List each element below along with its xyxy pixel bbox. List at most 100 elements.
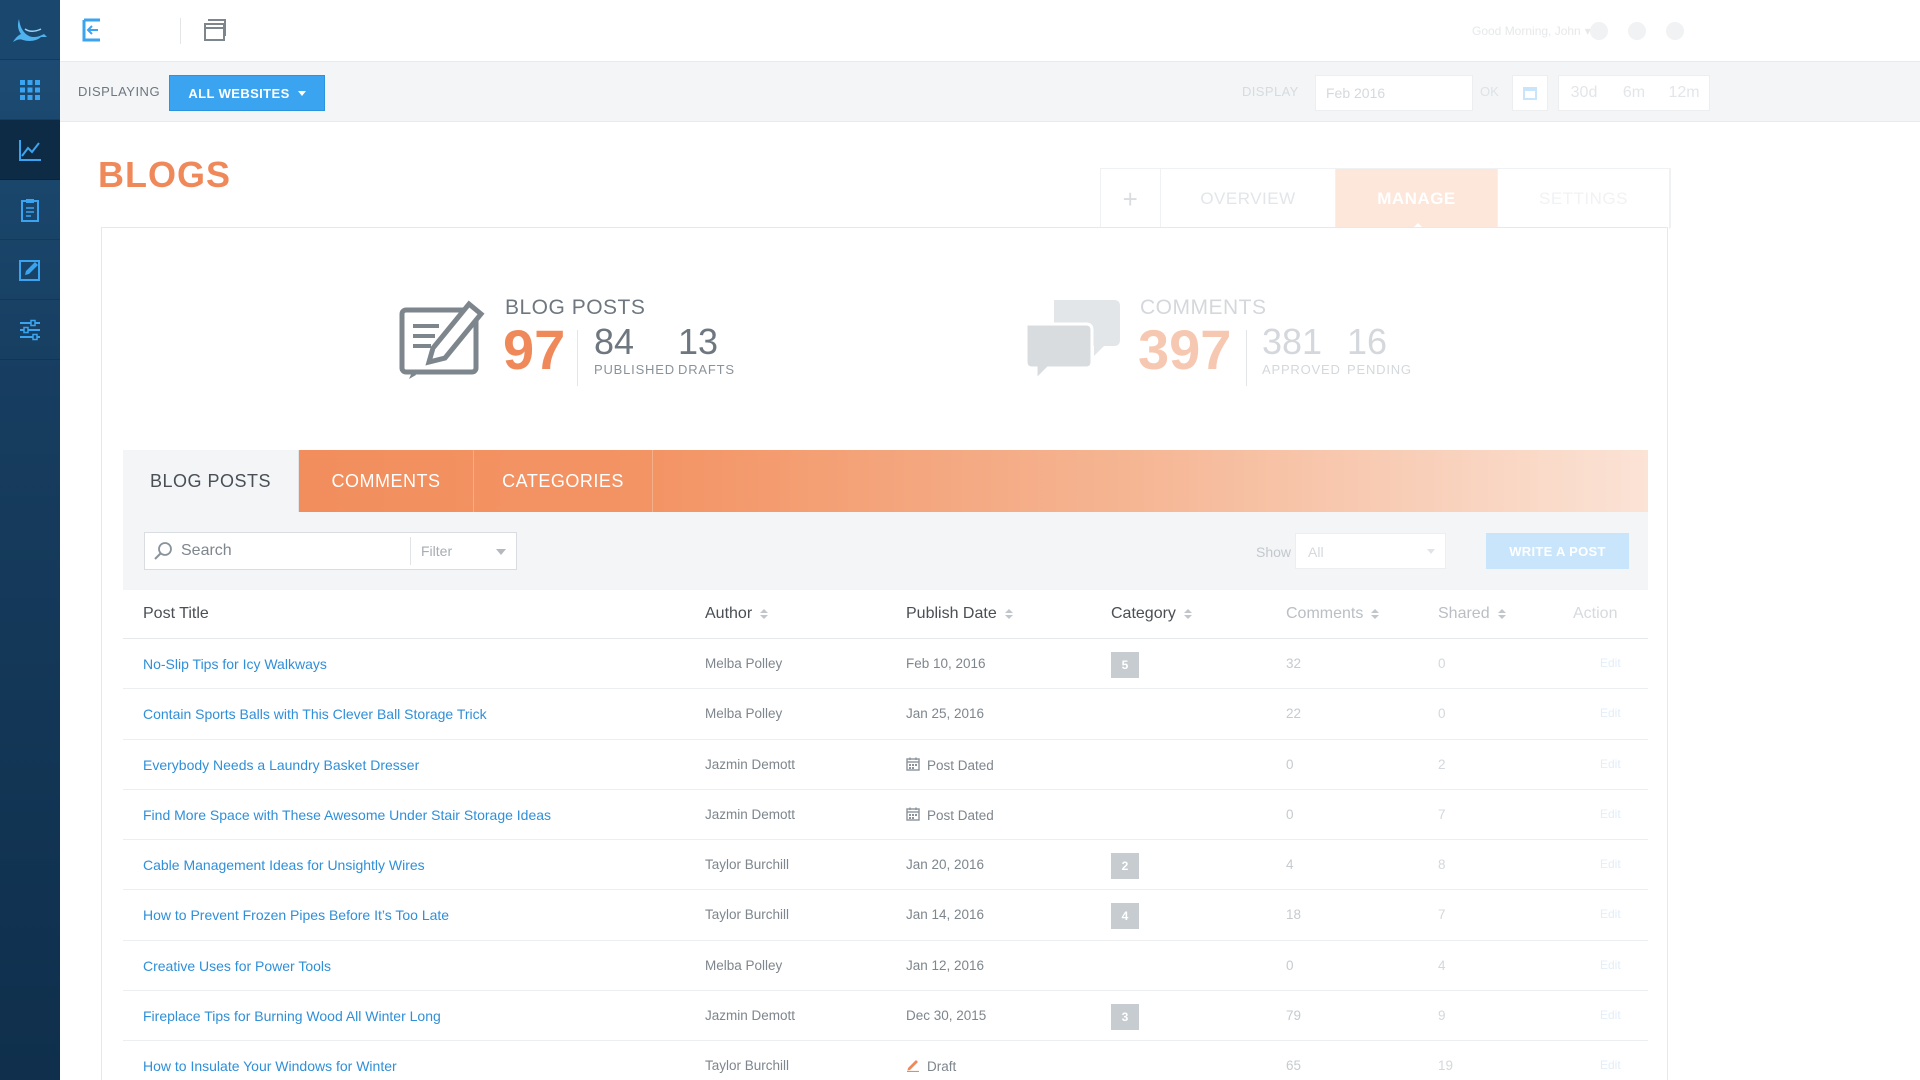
show-select[interactable]: All — [1295, 533, 1446, 569]
category-badge[interactable]: 4 — [1111, 903, 1139, 930]
post-comments-count: 79 — [1286, 1008, 1302, 1024]
post-title-link[interactable]: Cable Management Ideas for Unsightly Wir… — [143, 857, 425, 873]
post-publish-date: Dec 30, 2015 — [906, 1008, 986, 1023]
tab-overview[interactable]: OVERVIEW — [1161, 169, 1336, 229]
tab-blog-posts[interactable]: BLOG POSTS — [123, 450, 299, 512]
speech-bubbles-icon — [1024, 300, 1120, 382]
caret-down-icon — [496, 549, 506, 555]
range-12m[interactable]: 12m — [1659, 76, 1709, 110]
tab-comments[interactable]: COMMENTS — [299, 450, 474, 512]
post-author: Jazmin Demott — [705, 756, 796, 772]
header-comments[interactable]: Comments — [1286, 605, 1380, 623]
content-tabs: BLOG POSTS COMMENTS CATEGORIES — [123, 450, 1648, 512]
edit-link[interactable]: Edit — [1600, 807, 1621, 821]
edit-link[interactable]: Edit — [1600, 1058, 1621, 1072]
calendar-icon — [906, 757, 920, 774]
header-category[interactable]: Category — [1111, 605, 1192, 623]
category-badge[interactable]: 3 — [1111, 1004, 1139, 1031]
caret-down-icon — [1427, 549, 1435, 554]
header-post-title[interactable]: Post Title — [143, 605, 209, 623]
edit-link[interactable]: Edit — [1600, 706, 1621, 720]
header-publish-date[interactable]: Publish Date — [906, 605, 1013, 623]
add-tab-button[interactable]: + — [1101, 169, 1161, 229]
calendar-icon — [1523, 87, 1537, 100]
header-shared[interactable]: Shared — [1438, 605, 1506, 623]
post-title-link[interactable]: Contain Sports Balls with This Clever Ba… — [143, 706, 487, 722]
sidebar-item-settings[interactable] — [0, 300, 60, 360]
post-author: Jazmin Demott — [705, 1008, 796, 1024]
post-publish-date: Post Dated — [906, 807, 994, 824]
category-badge[interactable]: 2 — [1111, 853, 1139, 880]
table-header: Post Title Author Publish Date Category … — [123, 590, 1648, 639]
publish-date-text: Jan 12, 2016 — [906, 957, 985, 973]
caret-down-icon — [297, 90, 306, 96]
drafts-label: DRAFTS — [678, 362, 735, 377]
edit-link[interactable]: Edit — [1600, 757, 1621, 771]
sidebar-item-analytics[interactable] — [0, 120, 60, 180]
edit-link[interactable]: Edit — [1600, 1008, 1621, 1022]
post-comments-count: 32 — [1286, 656, 1302, 671]
post-author: Melba Polley — [705, 957, 783, 973]
search-input[interactable] — [181, 542, 391, 560]
edit-link[interactable]: Edit — [1600, 656, 1621, 670]
post-category: 4 — [1111, 903, 1139, 930]
post-title-link[interactable]: Creative Uses for Power Tools — [143, 958, 331, 974]
edit-link[interactable]: Edit — [1600, 907, 1621, 921]
header-author[interactable]: Author — [705, 605, 769, 623]
post-comments-count: 22 — [1286, 706, 1302, 722]
ok-button[interactable]: OK — [1480, 84, 1499, 99]
tab-manage[interactable]: MANAGE — [1336, 169, 1498, 230]
manage-panel: BLOG POSTS 97 84 PUBLISHED 13 DRAFTS COM… — [101, 227, 1668, 1080]
range-30d[interactable]: 30d — [1559, 76, 1609, 110]
post-title-link[interactable]: Find More Space with These Awesome Under… — [143, 807, 551, 823]
range-6m[interactable]: 6m — [1609, 76, 1659, 110]
bird-logo-icon — [13, 18, 47, 42]
filter-bar: DISPLAYING ALL WEBSITES DISPLAY Feb 2016… — [60, 62, 1920, 122]
sidebar-item-editor[interactable] — [0, 240, 60, 300]
post-comments-count: 65 — [1286, 1058, 1302, 1074]
sidebar-item-reports[interactable] — [0, 180, 60, 240]
stat-divider — [577, 330, 578, 386]
post-title-link[interactable]: No-Slip Tips for Icy Walkways — [143, 656, 327, 672]
tab-settings[interactable]: SETTINGS — [1498, 169, 1670, 229]
windows-icon[interactable] — [203, 18, 227, 42]
post-shared-count: 19 — [1438, 1058, 1454, 1074]
header-label: Shared — [1438, 605, 1490, 622]
tab-categories[interactable]: CATEGORIES — [474, 450, 653, 512]
collapse-sidebar-icon[interactable] — [82, 18, 102, 42]
write-post-button[interactable]: WRITE A POST — [1486, 533, 1629, 569]
filter-select[interactable]: Filter — [410, 537, 514, 565]
post-title-link[interactable]: How to Insulate Your Windows for Winter — [143, 1058, 397, 1074]
show-value: All — [1308, 544, 1324, 560]
user-greeting[interactable]: Good Morning, John ▾ — [1472, 24, 1591, 38]
post-publish-date: Feb 10, 2016 — [906, 656, 986, 671]
pending-count: 16 — [1347, 321, 1388, 362]
displaying-label: DISPLAYING — [78, 84, 161, 99]
category-badge[interactable]: 5 — [1111, 652, 1139, 678]
header-label: Publish Date — [906, 605, 997, 622]
help-icon[interactable] — [1666, 22, 1684, 40]
edit-link[interactable]: Edit — [1600, 958, 1621, 972]
post-title-link[interactable]: How to Prevent Frozen Pipes Before It’s … — [143, 907, 449, 923]
post-publish-date: Post Dated — [906, 757, 994, 774]
table-row: Cable Management Ideas for Unsightly Wir… — [123, 840, 1648, 891]
app-logo[interactable] — [0, 0, 60, 60]
post-title-link[interactable]: Everybody Needs a Laundry Basket Dresser — [143, 757, 419, 773]
post-publish-date: Jan 25, 2016 — [906, 706, 984, 721]
comments-total: 397 — [1138, 318, 1232, 381]
date-picker-input[interactable]: Feb 2016 — [1315, 75, 1473, 111]
blog-posts-label: BLOG POSTS — [505, 296, 646, 319]
all-websites-dropdown[interactable]: ALL WEBSITES — [169, 75, 325, 111]
display-label: DISPLAY — [1242, 84, 1299, 99]
notifications-icon[interactable] — [1590, 22, 1608, 40]
post-author: Taylor Burchill — [705, 857, 790, 873]
range-selector: 30d 6m 12m — [1558, 75, 1710, 111]
alerts-icon[interactable] — [1628, 22, 1646, 40]
edit-link[interactable]: Edit — [1600, 857, 1621, 871]
calendar-button[interactable] — [1512, 75, 1548, 111]
grid-icon — [20, 79, 40, 100]
line-chart-icon — [19, 139, 41, 161]
comments-label: COMMENTS — [1140, 296, 1267, 319]
sidebar-item-apps[interactable] — [0, 60, 60, 120]
post-title-link[interactable]: Fireplace Tips for Burning Wood All Wint… — [143, 1008, 441, 1024]
